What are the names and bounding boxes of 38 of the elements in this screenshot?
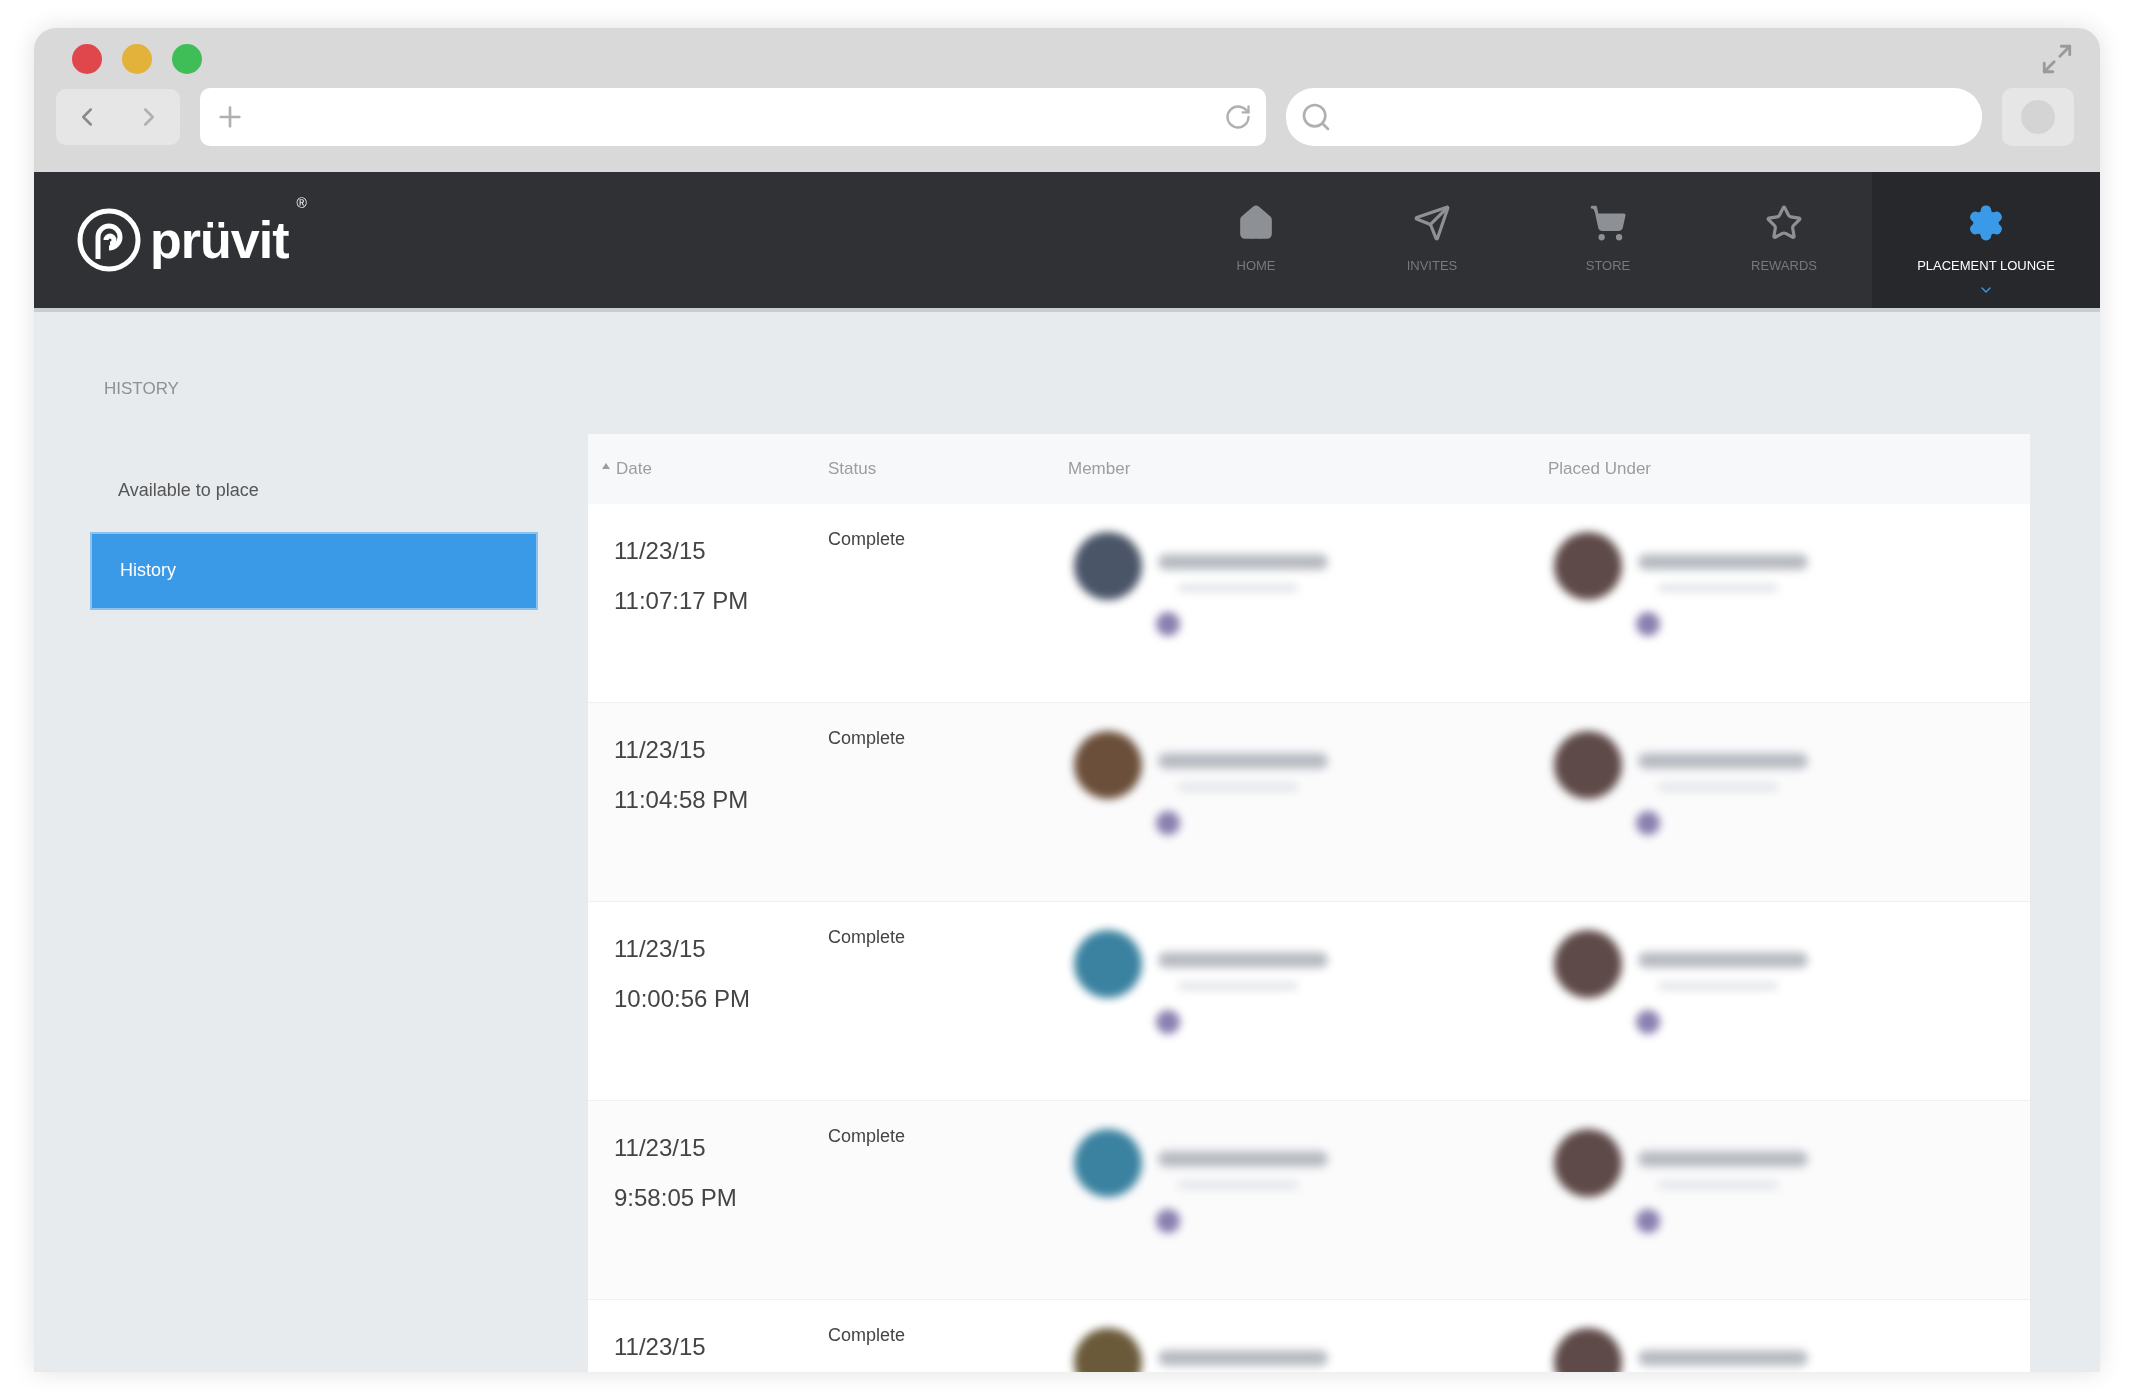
- nav-tab[interactable]: REWARDS: [1696, 172, 1872, 308]
- column-header[interactable]: Placed Under: [1548, 456, 1968, 482]
- section-heading: HISTORY: [104, 378, 180, 400]
- logo-text: prüvit: [150, 210, 289, 271]
- date-text: 11/23/15: [614, 735, 707, 765]
- time-text: 11:07:17 PM: [614, 586, 750, 616]
- column-header[interactable]: Date: [588, 456, 828, 482]
- status-text: Complete: [828, 927, 906, 947]
- search-icon: [1300, 101, 1332, 133]
- date-text: 11/23/15: [614, 1133, 707, 1163]
- status-text: Complete: [828, 728, 906, 748]
- nav-tab[interactable]: INVITES: [1344, 172, 1520, 308]
- sidebar-item[interactable]: History: [90, 531, 538, 610]
- date-text: 11/23/15: [614, 536, 707, 566]
- sort-icon: [602, 463, 610, 469]
- address-bar[interactable]: [200, 88, 1266, 146]
- column-header[interactable]: Member: [1068, 456, 1548, 482]
- nav-tab[interactable]: STORE: [1520, 172, 1696, 308]
- sidebar-item[interactable]: Available to place: [90, 451, 538, 530]
- time-text: 9:58:05 PM: [614, 1183, 738, 1213]
- time-text: 11:04:58 PM: [614, 785, 750, 815]
- date-text: 11/23/15: [614, 1332, 707, 1362]
- fullscreen-icon[interactable]: [2040, 42, 2074, 76]
- status-text: Complete: [828, 1126, 906, 1146]
- cart-icon: [1589, 204, 1627, 243]
- nav-tab[interactable]: PLACEMENT LOUNGE: [1872, 172, 2100, 308]
- status-text: Complete: [828, 529, 906, 549]
- status-text: Complete: [828, 1325, 906, 1345]
- send-icon: [1413, 204, 1451, 243]
- column-header[interactable]: Status: [828, 456, 1068, 482]
- logo-icon: [76, 207, 142, 273]
- back-forward-buttons[interactable]: [56, 89, 180, 145]
- time-text: 10:00:56 PM: [614, 984, 752, 1014]
- registered-mark: ®: [296, 194, 307, 213]
- nav-tab[interactable]: HOME: [1168, 172, 1344, 308]
- reload-icon[interactable]: [1224, 103, 1252, 131]
- search-bar[interactable]: [1286, 88, 1982, 146]
- date-text: 11/23/15: [614, 934, 707, 964]
